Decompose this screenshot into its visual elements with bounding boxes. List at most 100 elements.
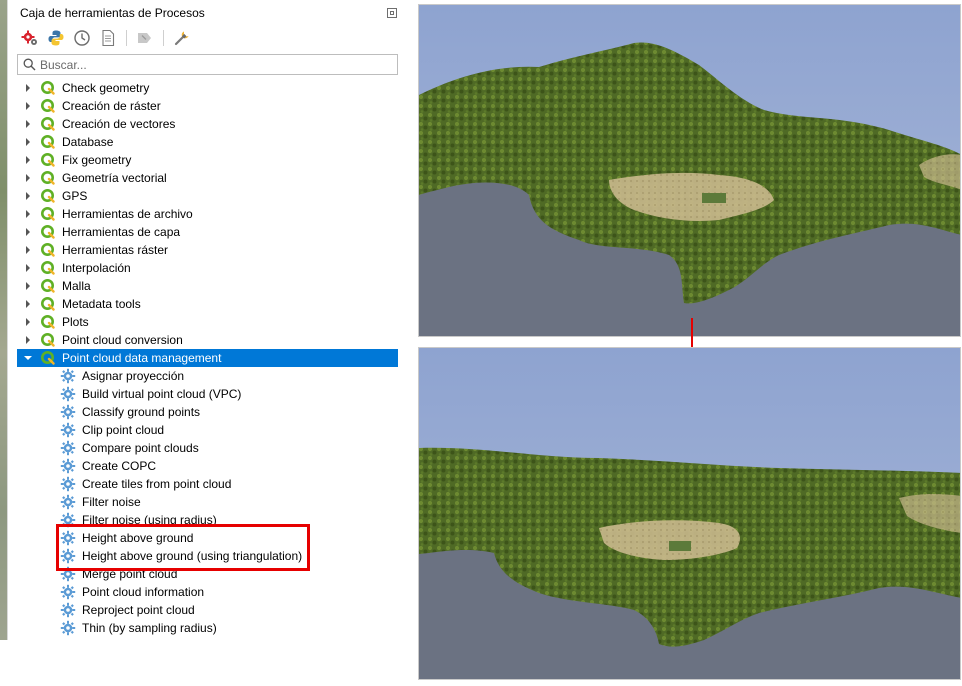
algorithm-gear-icon	[60, 386, 76, 402]
algorithm-gear-icon	[60, 368, 76, 384]
tree-group-label: Geometría vectorial	[62, 171, 167, 185]
algorithm-item[interactable]: Filter noise (using radius)	[17, 511, 398, 529]
algorithm-item[interactable]: Asignar proyección	[17, 367, 398, 385]
algorithm-item[interactable]: Reproject point cloud	[17, 601, 398, 619]
models-gear-icon[interactable]	[20, 28, 40, 48]
algorithm-gear-icon	[60, 548, 76, 564]
algorithm-gear-icon	[60, 404, 76, 420]
algorithm-gear-icon	[60, 566, 76, 582]
point-cloud-view-after[interactable]	[418, 347, 961, 680]
algorithm-item[interactable]: Clip point cloud	[17, 421, 398, 439]
chevron-right-icon[interactable]	[24, 187, 32, 205]
qgis-provider-icon	[41, 243, 55, 257]
algorithm-label: Filter noise (using radius)	[82, 513, 217, 527]
tree-group-item[interactable]: Fix geometry	[17, 151, 398, 169]
chevron-right-icon[interactable]	[24, 97, 32, 115]
tree-group-item[interactable]: Malla	[17, 277, 398, 295]
chevron-right-icon[interactable]	[24, 79, 32, 97]
tree-group-item[interactable]: Plots	[17, 313, 398, 331]
algorithm-item[interactable]: Build virtual point cloud (VPC)	[17, 385, 398, 403]
chevron-down-icon[interactable]	[24, 349, 32, 367]
algorithm-item[interactable]: Compare point clouds	[17, 439, 398, 457]
search-icon	[18, 58, 40, 71]
chevron-right-icon[interactable]	[24, 169, 32, 187]
algorithm-item[interactable]: Create COPC	[17, 457, 398, 475]
tree-group-label: Fix geometry	[62, 153, 132, 167]
qgis-provider-icon	[41, 99, 55, 113]
panel-title: Caja de herramientas de Procesos	[20, 6, 205, 20]
chevron-right-icon[interactable]	[24, 151, 32, 169]
chevron-right-icon[interactable]	[24, 277, 32, 295]
algorithm-item[interactable]: Classify ground points	[17, 403, 398, 421]
terrain-after-image	[419, 348, 960, 679]
chevron-right-icon[interactable]	[24, 133, 32, 151]
algorithm-gear-icon	[60, 458, 76, 474]
qgis-provider-icon	[41, 333, 55, 347]
processing-toolbox-panel: Caja de herramientas de Procesos Buscar.…	[0, 0, 398, 640]
algorithm-gear-icon	[60, 422, 76, 438]
tree-group-item[interactable]: Check geometry	[17, 79, 398, 97]
algorithm-item[interactable]: Thin (by sampling radius)	[17, 619, 398, 637]
tree-group-label: Herramientas de archivo	[62, 207, 193, 221]
chevron-right-icon[interactable]	[24, 259, 32, 277]
algorithm-gear-icon	[60, 494, 76, 510]
undock-panel-icon[interactable]	[387, 8, 397, 18]
tree-group-item[interactable]: Point cloud conversion	[17, 331, 398, 349]
chevron-right-icon[interactable]	[24, 241, 32, 259]
tree-group-label: Database	[62, 135, 114, 149]
chevron-right-icon[interactable]	[24, 205, 32, 223]
chevron-right-icon[interactable]	[24, 313, 32, 331]
qgis-provider-icon	[41, 225, 55, 239]
options-wrench-icon[interactable]	[172, 28, 192, 48]
tree-group-label: Point cloud data management	[62, 351, 222, 365]
algorithm-item[interactable]: Merge point cloud	[17, 565, 398, 583]
algorithm-item[interactable]: Height above ground	[17, 529, 398, 547]
toolbox-body: Caja de herramientas de Procesos Buscar.…	[7, 0, 398, 640]
tree-group-item[interactable]: Herramientas de archivo	[17, 205, 398, 223]
tree-group-item[interactable]: Creación de ráster	[17, 97, 398, 115]
tree-group-item[interactable]: Interpolación	[17, 259, 398, 277]
chevron-right-icon[interactable]	[24, 331, 32, 349]
algorithm-item[interactable]: Create tiles from point cloud	[17, 475, 398, 493]
tree-group-label: Malla	[62, 279, 91, 293]
tree-group-item[interactable]: Herramientas de capa	[17, 223, 398, 241]
edit-in-place-icon[interactable]	[135, 28, 155, 48]
tree-group-item[interactable]: Geometría vectorial	[17, 169, 398, 187]
algorithm-item[interactable]: Point cloud information	[17, 583, 398, 601]
chevron-right-icon[interactable]	[24, 295, 32, 313]
qgis-provider-icon	[41, 171, 55, 185]
tree-group-label: Herramientas ráster	[62, 243, 169, 257]
tree-group-item[interactable]: Herramientas ráster	[17, 241, 398, 259]
tree-group-item[interactable]: GPS	[17, 187, 398, 205]
tree-group-label: Creación de vectores	[62, 117, 176, 131]
qgis-provider-icon	[41, 81, 55, 95]
search-input[interactable]	[40, 56, 380, 73]
algorithm-label: Height above ground (using triangulation…	[82, 549, 303, 563]
terrain-before-image	[419, 5, 960, 336]
qgis-provider-icon	[41, 207, 55, 221]
history-clock-icon[interactable]	[72, 28, 92, 48]
python-icon[interactable]	[46, 28, 66, 48]
tree-group-item[interactable]: Metadata tools	[17, 295, 398, 313]
tree-group-label: Check geometry	[62, 81, 150, 95]
algorithm-item[interactable]: Height above ground (using triangulation…	[17, 547, 398, 565]
results-document-icon[interactable]	[98, 28, 118, 48]
algorithm-gear-icon	[60, 602, 76, 618]
point-cloud-view-before[interactable]	[418, 4, 961, 337]
algorithm-gear-icon	[60, 620, 76, 636]
toolbar-separator	[126, 30, 127, 46]
algorithm-tree[interactable]: Check geometry Creación de ráster Creación…	[17, 79, 398, 637]
algorithm-gear-icon	[60, 476, 76, 492]
tree-group-item[interactable]: Creación de vectores	[17, 115, 398, 133]
qgis-provider-icon	[41, 135, 55, 149]
algorithm-label: Merge point cloud	[82, 567, 178, 581]
map-canvas-edge	[0, 0, 7, 640]
algorithm-label: Classify ground points	[82, 405, 201, 419]
qgis-provider-icon	[41, 189, 55, 203]
chevron-right-icon[interactable]	[24, 223, 32, 241]
tree-group-item[interactable]: Database	[17, 133, 398, 151]
chevron-right-icon[interactable]	[24, 115, 32, 133]
algorithm-item[interactable]: Filter noise	[17, 493, 398, 511]
tree-group-item[interactable]: Point cloud data management	[17, 349, 398, 367]
search-field[interactable]	[17, 54, 398, 75]
